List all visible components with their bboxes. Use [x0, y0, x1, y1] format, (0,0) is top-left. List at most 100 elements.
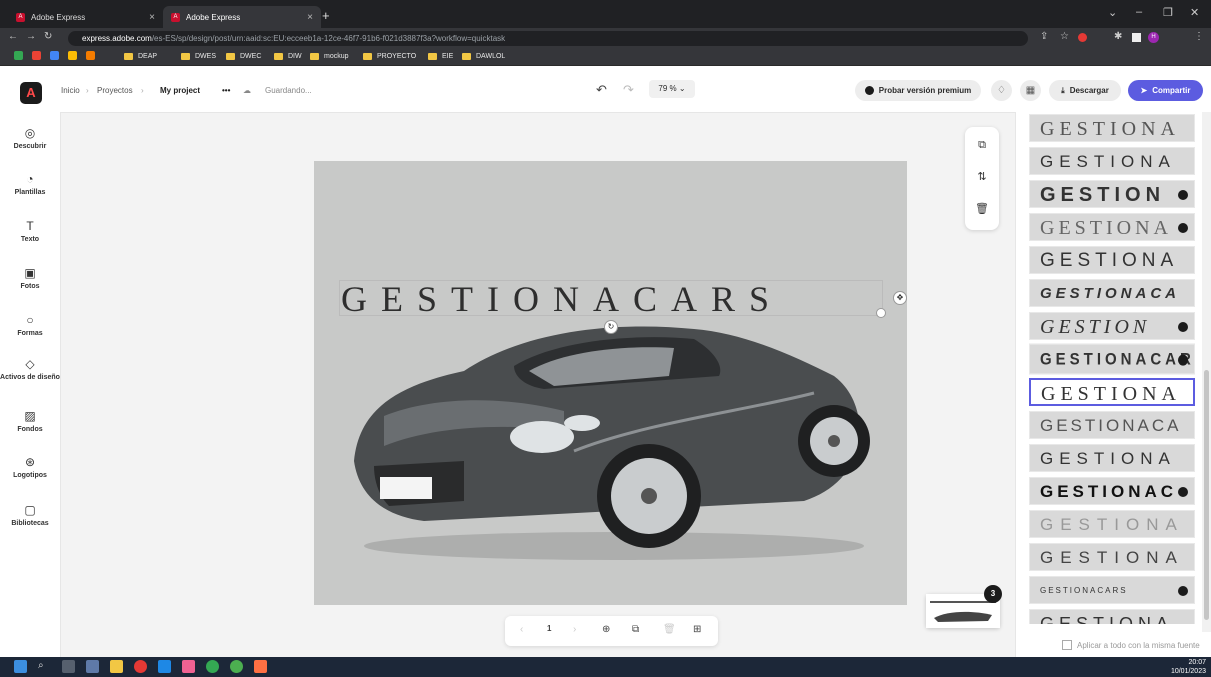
- sidebar-item-logotipos[interactable]: ⊛ Logotipos: [0, 455, 60, 479]
- new-tab-icon[interactable]: +: [322, 8, 330, 23]
- bookmark-folder[interactable]: EIE: [428, 48, 453, 65]
- chrome-icon[interactable]: [206, 660, 219, 673]
- close-window-icon[interactable]: ✕: [1190, 6, 1199, 19]
- bookmark-folder[interactable]: mockup: [310, 48, 349, 65]
- apply-all-checkbox[interactable]: [1062, 640, 1072, 650]
- sidebar-item-formas[interactable]: ○ Formas: [0, 313, 60, 337]
- url-field[interactable]: express.adobe.com/es-ES/sp/design/post/u…: [68, 31, 1028, 46]
- side-panel-icon[interactable]: [1132, 33, 1141, 42]
- sidebar-item-bibliotecas[interactable]: ▢ Bibliotecas: [0, 503, 60, 527]
- sidebar-item-descubrir[interactable]: ◎ Descubrir: [0, 126, 60, 150]
- duplicate-page-icon[interactable]: ⧉: [632, 624, 639, 635]
- search-icon[interactable]: ⌕: [38, 660, 51, 673]
- profile-avatar[interactable]: H: [1148, 32, 1159, 43]
- next-page-icon[interactable]: ›: [573, 624, 576, 635]
- browser-tab-active[interactable]: A Adobe Express ×: [163, 6, 321, 28]
- vscode-icon[interactable]: [158, 660, 171, 673]
- zoom-select[interactable]: 79 % ⌄: [649, 80, 695, 98]
- add-page-icon[interactable]: ⊕: [602, 624, 610, 635]
- font-option[interactable]: GESTIONACA: [1029, 411, 1195, 439]
- font-option[interactable]: GESTIONACAR: [1029, 343, 1195, 375]
- font-option[interactable]: GESTIONACA: [1029, 279, 1195, 307]
- taskbar-app-icon[interactable]: [254, 660, 267, 673]
- delete-icon[interactable]: 🗑: [965, 202, 999, 215]
- apply-all-option[interactable]: Aplicar a todo con la misma fuente: [1062, 640, 1200, 650]
- lightbulb-icon[interactable]: ♢: [991, 80, 1012, 101]
- canvas-title-text[interactable]: GESTIONACARS: [341, 278, 881, 320]
- prev-page-icon[interactable]: ‹: [520, 624, 523, 635]
- taskbar-app-icon[interactable]: [86, 660, 99, 673]
- arrange-icon[interactable]: ⇅: [965, 170, 999, 183]
- windows-start-icon[interactable]: [14, 660, 27, 673]
- file-explorer-icon[interactable]: [110, 660, 123, 673]
- bookmark-app-icon[interactable]: [50, 51, 59, 60]
- sidebar-item-activos[interactable]: ◇ Activos de diseño: [0, 357, 60, 381]
- reload-icon[interactable]: ↻: [44, 31, 52, 42]
- close-tab-icon[interactable]: ×: [307, 12, 313, 23]
- font-option[interactable]: GESTIONA: [1029, 147, 1195, 175]
- bookmark-folder[interactable]: DWES: [181, 48, 216, 65]
- sports-car-image[interactable]: [314, 161, 907, 605]
- breadcrumb-home[interactable]: Inicio: [61, 86, 80, 95]
- taskbar-app-icon[interactable]: [182, 660, 195, 673]
- close-tab-icon[interactable]: ×: [149, 12, 155, 23]
- sidebar-item-texto[interactable]: T Texto: [0, 219, 60, 243]
- bookmark-folder[interactable]: DAWLOL: [462, 48, 505, 65]
- sidebar-item-plantillas[interactable]: ◔ Plantillas: [0, 172, 60, 196]
- back-icon[interactable]: ←: [8, 31, 18, 42]
- undo-icon[interactable]: ↶: [596, 82, 607, 98]
- font-option[interactable]: GESTIONAC: [1029, 477, 1195, 505]
- sidebar-item-fotos[interactable]: ▣ Fotos: [0, 266, 60, 290]
- font-option[interactable]: GESTION: [1029, 312, 1195, 340]
- font-option[interactable]: GESTIONA: [1029, 609, 1195, 624]
- try-premium-button[interactable]: Probar versión premium: [855, 80, 981, 101]
- rotate-handle-icon[interactable]: ↻: [604, 320, 618, 334]
- redo-icon[interactable]: ↷: [623, 82, 634, 98]
- minimize-icon[interactable]: –: [1136, 6, 1142, 18]
- browser-menu-icon[interactable]: ⋮: [1194, 31, 1204, 42]
- task-view-icon[interactable]: [62, 660, 75, 673]
- adobe-express-logo[interactable]: A: [20, 82, 42, 104]
- chrome-icon[interactable]: [230, 660, 243, 673]
- more-options-button[interactable]: •••: [222, 86, 230, 95]
- delete-page-icon[interactable]: 🗑: [663, 624, 676, 635]
- opera-icon[interactable]: [134, 660, 147, 673]
- font-option[interactable]: GESTIONA: [1029, 213, 1195, 241]
- download-button[interactable]: ⤓ Descargar: [1049, 80, 1121, 101]
- extension-icon[interactable]: [1078, 33, 1087, 42]
- resize-handle[interactable]: [876, 308, 886, 318]
- font-option[interactable]: GESTIONA: [1029, 246, 1195, 274]
- gmail-icon[interactable]: [32, 51, 41, 60]
- bookmark-folder[interactable]: PROYECTO: [363, 48, 416, 65]
- browser-tab[interactable]: A Adobe Express ×: [8, 6, 163, 28]
- font-option[interactable]: GESTIONACARS: [1029, 576, 1195, 604]
- bookmark-folder[interactable]: DIW: [274, 48, 302, 65]
- bookmark-star-icon[interactable]: ☆: [1060, 31, 1069, 42]
- system-clock[interactable]: 20:07 10/01/2023: [1160, 658, 1206, 676]
- maximize-icon[interactable]: ❐: [1163, 6, 1173, 19]
- move-handle-icon[interactable]: ✥: [893, 291, 907, 305]
- tab-search-icon[interactable]: ⌄: [1108, 6, 1117, 19]
- font-option-selected[interactable]: GESTIONA: [1029, 378, 1195, 406]
- forward-icon[interactable]: →: [26, 31, 36, 42]
- bookmark-folder[interactable]: DEAP: [124, 48, 157, 65]
- bookmark-app-icon[interactable]: [86, 51, 95, 60]
- design-artboard[interactable]: [314, 161, 907, 605]
- share-button[interactable]: ➤ Compartir: [1128, 80, 1203, 101]
- bookmark-app-icon[interactable]: [14, 51, 23, 60]
- font-option[interactable]: GESTIONA: [1029, 114, 1195, 142]
- sidebar-item-fondos[interactable]: ▨ Fondos: [0, 409, 60, 433]
- extensions-puzzle-icon[interactable]: ✱: [1114, 31, 1122, 42]
- project-title[interactable]: My project: [160, 86, 200, 95]
- font-option[interactable]: GESTIONA: [1029, 444, 1195, 472]
- font-option[interactable]: GESTION: [1029, 180, 1195, 208]
- calendar-icon[interactable]: ▦: [1020, 80, 1041, 101]
- scrollbar-thumb[interactable]: [1204, 370, 1209, 620]
- font-list[interactable]: GESTIONA GESTIONA GESTION GESTIONA GESTI…: [1029, 114, 1197, 624]
- duplicate-icon[interactable]: ⧉: [965, 139, 999, 152]
- font-option[interactable]: GESTIONA: [1029, 510, 1195, 538]
- font-option[interactable]: GESTIONA: [1029, 543, 1195, 571]
- bookmark-folder[interactable]: DWEC: [226, 48, 261, 65]
- share-page-icon[interactable]: ⇪: [1040, 31, 1048, 42]
- breadcrumb-projects[interactable]: Proyectos: [97, 86, 133, 95]
